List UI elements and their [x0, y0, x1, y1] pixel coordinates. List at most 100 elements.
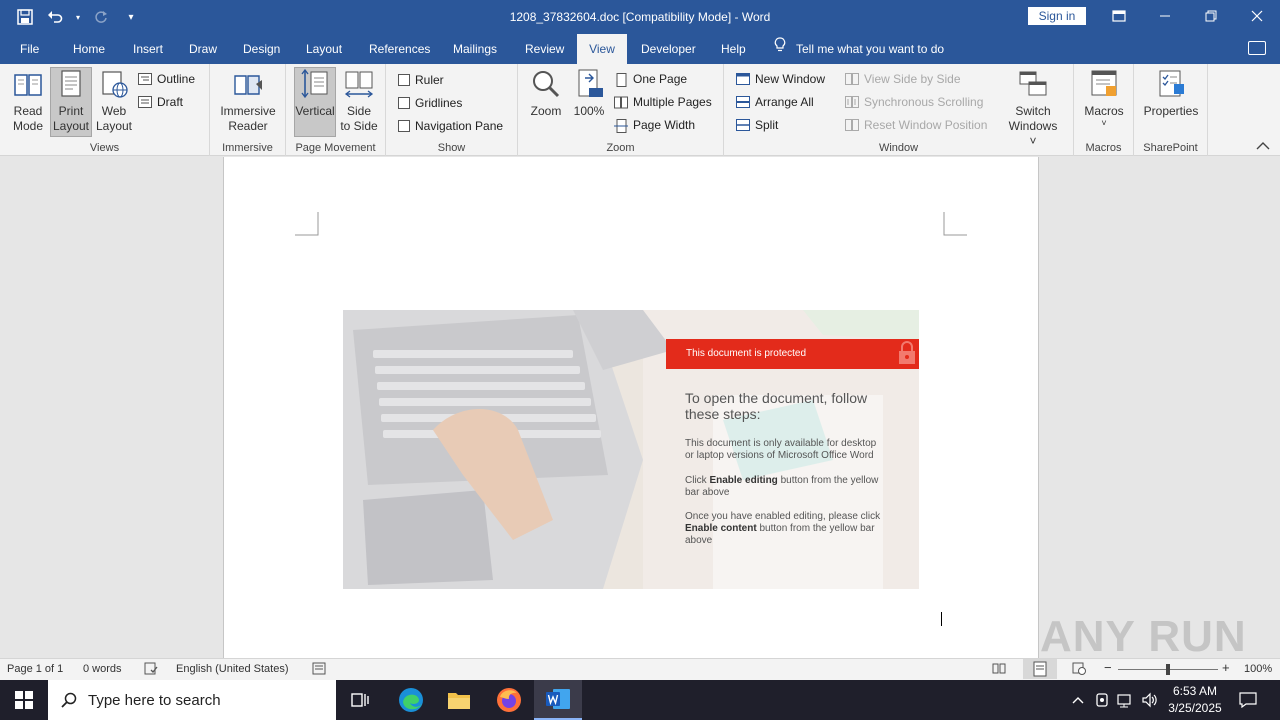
new-window-label: New Window: [755, 72, 826, 86]
outline-button[interactable]: Outline: [138, 70, 195, 88]
multiple-pages-icon: [614, 96, 628, 109]
read-mode-view-icon[interactable]: [992, 662, 1006, 678]
window-group-label: Window: [878, 142, 919, 154]
enable-content-text: Enable content: [685, 523, 757, 534]
multiple-pages-label: Multiple Pages: [633, 95, 712, 109]
gridlines-checkbox[interactable]: Gridlines: [398, 94, 462, 112]
tab-review[interactable]: Review: [515, 34, 574, 64]
views-group-label: Views: [89, 142, 120, 154]
firefox-icon[interactable]: [485, 680, 533, 720]
web-layout-view-icon[interactable]: [1072, 662, 1086, 678]
arrange-all-button[interactable]: Arrange All: [736, 93, 814, 111]
tab-design[interactable]: Design: [233, 34, 290, 64]
synchronous-scrolling-button[interactable]: Synchronous Scrolling: [845, 93, 983, 111]
text-cursor: [941, 612, 942, 626]
split-button[interactable]: Split: [736, 116, 778, 134]
zoom-slider-thumb[interactable]: [1166, 664, 1170, 675]
vertical-button[interactable]: Vertical: [294, 67, 336, 137]
read-mode-button[interactable]: Read Mode: [6, 68, 50, 134]
sign-in-button[interactable]: Sign in: [1028, 7, 1086, 25]
start-button[interactable]: [0, 680, 48, 720]
print-layout-view-icon[interactable]: [1023, 659, 1057, 679]
page-movement-group-label: Page Movement: [295, 142, 376, 154]
zoom-out-icon[interactable]: −: [1104, 660, 1112, 675]
tab-mailings[interactable]: Mailings: [443, 34, 507, 64]
tab-help[interactable]: Help: [711, 34, 756, 64]
tab-insert[interactable]: Insert: [123, 34, 173, 64]
system-clock[interactable]: 6:53 AM 3/25/2025: [1166, 683, 1224, 717]
macros-icon: [1088, 68, 1120, 100]
notifications-icon[interactable]: [1230, 680, 1266, 720]
new-window-button[interactable]: New Window: [736, 70, 825, 88]
word-count[interactable]: 0 words: [83, 663, 122, 675]
vertical-scroll-icon: [299, 68, 331, 100]
view-side-by-side-button[interactable]: View Side by Side: [845, 70, 961, 88]
zoom-in-icon[interactable]: +: [1222, 660, 1230, 675]
restore-icon[interactable]: [1188, 0, 1234, 32]
ruler-checkbox[interactable]: Ruler: [398, 71, 444, 89]
ribbon-display-options-icon[interactable]: [1096, 0, 1142, 32]
tab-references[interactable]: References: [359, 34, 440, 64]
page-count[interactable]: Page 1 of 1: [7, 663, 63, 675]
navigation-pane-checkbox-box[interactable]: [398, 120, 410, 132]
security-tray-icon[interactable]: [1090, 680, 1114, 720]
tab-layout[interactable]: Layout: [296, 34, 352, 64]
tab-developer[interactable]: Developer: [631, 34, 706, 64]
page-width-button[interactable]: Page Width: [614, 116, 695, 134]
web-layout-button[interactable]: Web Layout: [92, 68, 136, 134]
ribbon-tabs: File Home Insert Draw Design Layout Refe…: [0, 34, 1280, 64]
side-to-side-button[interactable]: Side to Side: [338, 68, 380, 134]
gridlines-checkbox-box[interactable]: [398, 97, 410, 109]
switch-windows-line1: Switch: [1015, 104, 1051, 118]
macros-button[interactable]: Macros ˅: [1080, 68, 1128, 128]
search-placeholder: Type here to search: [88, 691, 221, 709]
tell-me-label: Tell me what you want to do: [796, 42, 945, 56]
network-icon[interactable]: [1114, 680, 1138, 720]
minimize-icon[interactable]: [1142, 0, 1188, 32]
proofing-icon[interactable]: [144, 662, 158, 678]
tab-draw[interactable]: Draw: [179, 34, 227, 64]
switch-windows-button[interactable]: Switch Windows ˅: [1008, 68, 1058, 149]
document-page[interactable]: This document is protected To open the d…: [223, 157, 1039, 658]
file-explorer-icon[interactable]: [435, 680, 483, 720]
properties-button[interactable]: Properties: [1142, 68, 1200, 119]
taskbar-search[interactable]: Type here to search: [48, 680, 336, 720]
print-layout-icon: [55, 68, 87, 100]
tell-me-search[interactable]: Tell me what you want to do: [774, 34, 944, 64]
immersive-reader-button[interactable]: Immersive Reader: [216, 68, 280, 134]
tab-file[interactable]: File: [10, 34, 49, 64]
zoom-button[interactable]: Zoom: [526, 68, 566, 119]
show-hidden-icons[interactable]: [1066, 680, 1090, 720]
accessibility-icon[interactable]: [312, 662, 326, 678]
zoom-100-button[interactable]: 100%: [570, 68, 608, 119]
document-area[interactable]: This document is protected To open the d…: [0, 157, 1280, 658]
language[interactable]: English (United States): [176, 663, 289, 675]
lure-p3-pre: Once you have enabled editing, please cl…: [685, 511, 881, 522]
multiple-pages-button[interactable]: Multiple Pages: [614, 93, 712, 111]
volume-icon[interactable]: [1138, 680, 1162, 720]
ruler-checkbox-box[interactable]: [398, 74, 410, 86]
navigation-pane-checkbox[interactable]: Navigation Pane: [398, 117, 503, 135]
zoom-percentage[interactable]: 100%: [1244, 663, 1272, 675]
windows-logo-icon: [15, 691, 33, 709]
print-layout-button[interactable]: Print Layout: [50, 67, 92, 137]
tab-home[interactable]: Home: [63, 34, 115, 64]
one-page-button[interactable]: One Page: [614, 70, 687, 88]
comments-icon[interactable]: [1248, 41, 1266, 55]
edge-icon[interactable]: [387, 680, 435, 720]
one-page-icon: [614, 73, 628, 87]
close-icon[interactable]: [1234, 0, 1280, 32]
properties-icon: [1155, 68, 1187, 100]
tab-view[interactable]: View: [577, 34, 627, 64]
collapse-ribbon-icon[interactable]: [1256, 140, 1272, 154]
draft-button[interactable]: Draft: [138, 93, 183, 111]
outline-label: Outline: [157, 72, 196, 86]
web-layout-line2: Layout: [95, 119, 133, 133]
enable-editing-text: Enable editing: [709, 475, 778, 486]
task-view-icon[interactable]: [336, 680, 384, 720]
word-taskbar-icon[interactable]: [534, 680, 582, 720]
group-immersive: Immersive Reader Immersive: [210, 64, 286, 156]
split-label: Split: [755, 118, 779, 132]
reset-window-position-button[interactable]: Reset Window Position: [845, 116, 987, 134]
clock-date: 3/25/2025: [1168, 701, 1222, 715]
